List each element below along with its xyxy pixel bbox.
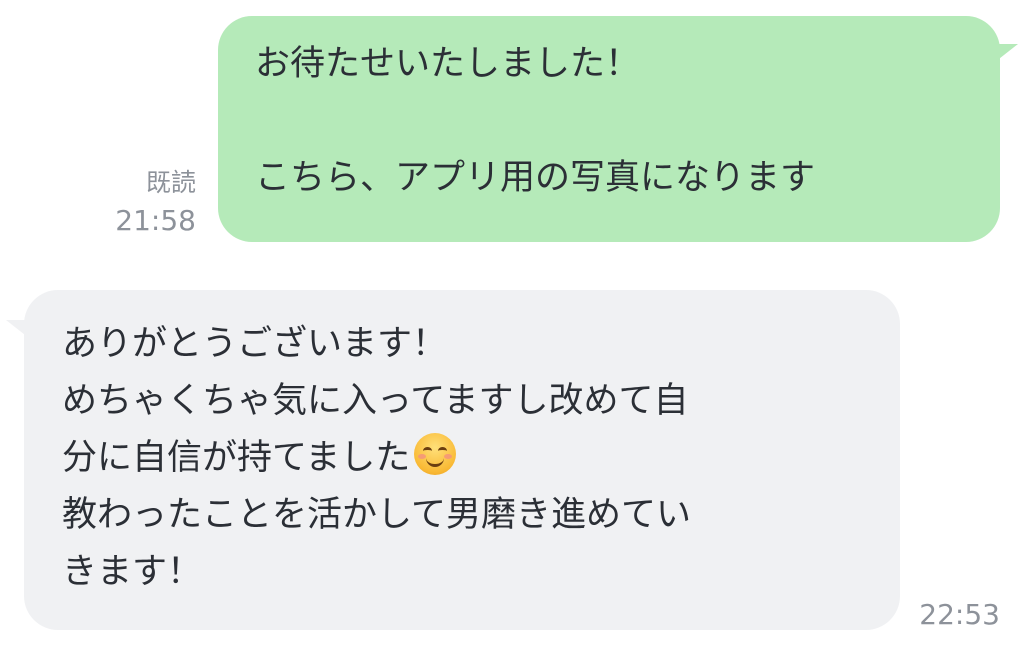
read-receipt: 既読 — [145, 168, 196, 197]
message-line: ありがとうございます！ — [62, 324, 448, 364]
message-line: きます！ — [62, 552, 203, 592]
smiling-face-emoji-icon — [414, 433, 457, 475]
message-line-blank — [255, 93, 1000, 150]
incoming-message-bubble[interactable]: ありがとうございます！ めちゃくちゃ気に入ってますし改めて自 分に自信が持てまし… — [24, 290, 900, 630]
outgoing-message-bubble[interactable]: お待たせいたしました！ こちら、アプリ用の写真になります — [218, 16, 1000, 242]
incoming-message-meta: 22:53 — [900, 598, 1000, 632]
chat-thread: お待たせいたしました！ こちら、アプリ用の写真になります 既読 21:58 あり… — [0, 0, 1024, 661]
message-line: めちゃくちゃ気に入ってますし改めて自 — [62, 381, 689, 421]
message-line-text: 分に自信が持てました — [62, 438, 411, 478]
message-timestamp: 21:58 — [115, 204, 196, 237]
message-line: こちら、アプリ用の写真になります — [255, 158, 816, 198]
message-line-with-emoji: 分に自信が持てました — [62, 430, 900, 487]
message-line: 教わったことを活かして男磨き進めてい — [62, 495, 691, 535]
message-line: お待たせいたしました！ — [255, 44, 641, 84]
message-timestamp: 22:53 — [919, 598, 1000, 631]
outgoing-message-meta: 既読 21:58 — [96, 166, 196, 238]
